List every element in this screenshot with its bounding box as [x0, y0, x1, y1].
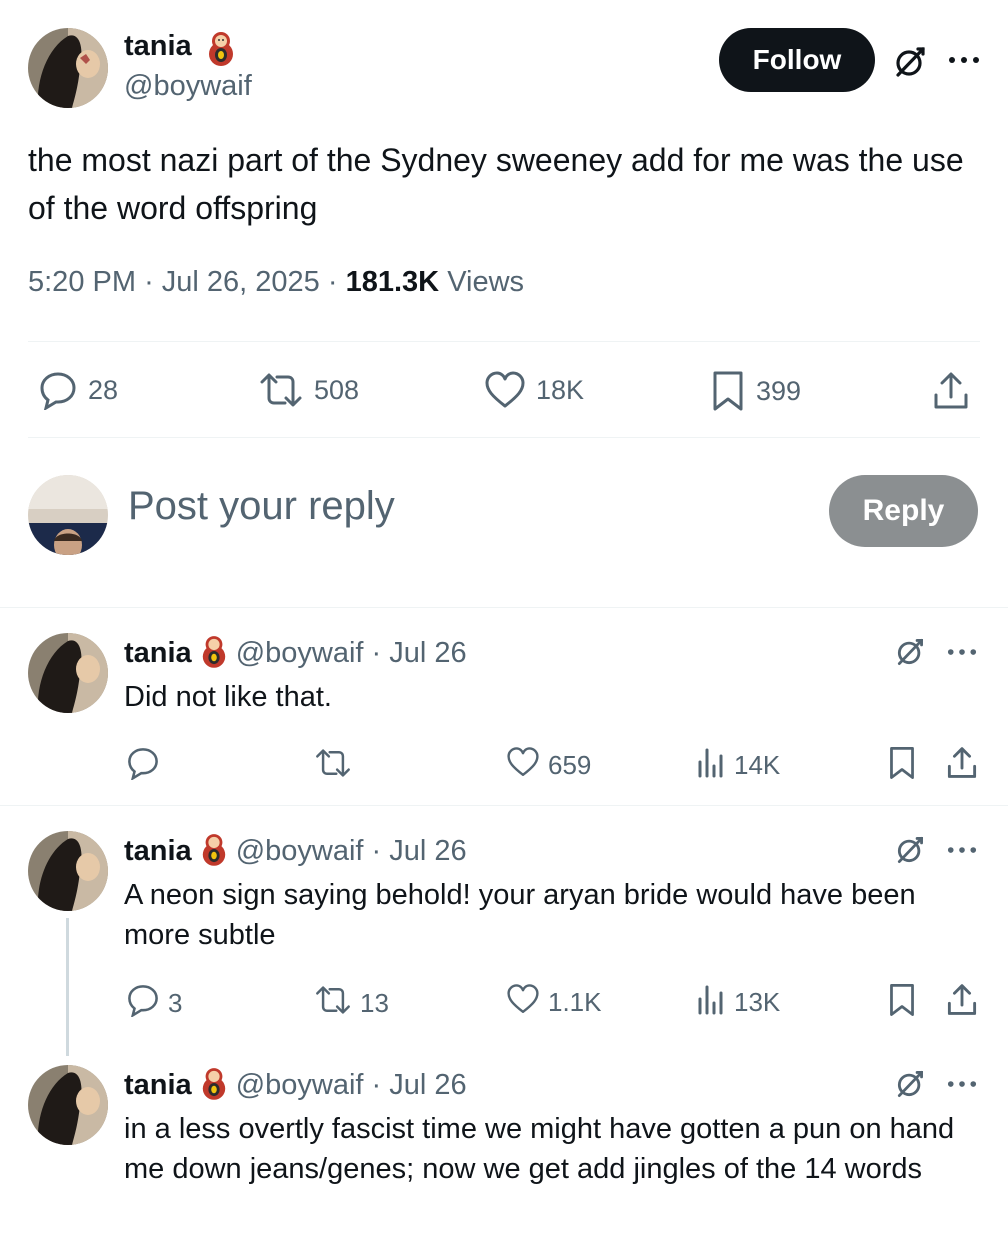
- grok-icon[interactable]: [890, 42, 930, 82]
- reply-action[interactable]: 28: [38, 370, 118, 410]
- thread-line: [66, 918, 69, 1056]
- separator: ·: [144, 266, 154, 298]
- reply-text: A neon sign saying behold! your aryan br…: [124, 879, 916, 951]
- reply-author-name[interactable]: tania: [124, 637, 192, 670]
- matryoshka-doll-emoji: [200, 1066, 228, 1105]
- analytics-icon: [696, 983, 726, 1022]
- like-count: 659: [548, 750, 592, 780]
- post-text: the most nazi part of the Sydney sweeney…: [28, 142, 964, 226]
- reply-handle-date[interactable]: @boywaif · Jul 26: [236, 637, 467, 670]
- reply-handle-date[interactable]: @boywaif · Jul 26: [236, 835, 467, 868]
- reply-handle-date[interactable]: @boywaif · Jul 26: [236, 1069, 467, 1102]
- my-avatar[interactable]: [28, 475, 108, 555]
- divider: [28, 341, 980, 342]
- author-handle[interactable]: @boywaif: [124, 70, 252, 103]
- bookmark-count: 399: [756, 375, 802, 406]
- repost-icon: [314, 983, 352, 1024]
- author-name[interactable]: tania: [124, 30, 192, 63]
- author-avatar[interactable]: [28, 28, 108, 108]
- analytics-icon: [696, 746, 726, 785]
- repost-action[interactable]: 13: [314, 983, 389, 1024]
- divider: [0, 805, 1008, 806]
- reply-author-name[interactable]: tania: [124, 835, 192, 868]
- repost-action[interactable]: [314, 746, 360, 787]
- share-icon[interactable]: [930, 370, 972, 412]
- separator: ·: [327, 266, 338, 298]
- heart-icon: [484, 370, 526, 410]
- bookmark-icon[interactable]: [884, 745, 920, 781]
- reply-input[interactable]: Post your reply: [128, 484, 395, 529]
- grok-icon[interactable]: [892, 1066, 928, 1102]
- reply-header: tania @boywaif · Jul 26: [124, 1066, 467, 1105]
- repost-action[interactable]: 508: [258, 370, 359, 410]
- more-icon[interactable]: [946, 646, 978, 658]
- views-action[interactable]: 13K: [696, 983, 780, 1022]
- matryoshka-doll-emoji: [200, 634, 228, 673]
- reply-action[interactable]: 3: [126, 983, 182, 1024]
- grok-icon[interactable]: [892, 832, 928, 868]
- reply-avatar[interactable]: [28, 831, 108, 911]
- views-count: 13K: [734, 987, 781, 1017]
- divider: [28, 437, 980, 438]
- reply-author-name[interactable]: tania: [124, 1069, 192, 1102]
- matryoshka-doll-emoji: [206, 30, 236, 71]
- views-action[interactable]: 14K: [696, 746, 780, 785]
- post-meta: 5:20 PM · Jul 26, 2025 · 181.3K Views: [28, 266, 524, 299]
- bookmark-action[interactable]: 399: [710, 370, 801, 412]
- views-count: 14K: [734, 750, 781, 780]
- repost-icon: [314, 746, 352, 787]
- reply-avatar[interactable]: [28, 1065, 108, 1145]
- reply-count: 28: [88, 374, 119, 405]
- post-date[interactable]: Jul 26, 2025: [162, 266, 320, 298]
- reply-bubble-icon: [126, 983, 160, 1024]
- follow-button[interactable]: Follow: [719, 28, 875, 92]
- more-icon[interactable]: [946, 1078, 978, 1090]
- grok-icon[interactable]: [892, 634, 928, 670]
- repost-count: 13: [360, 988, 389, 1018]
- repost-count: 508: [314, 374, 360, 405]
- like-count: 18K: [536, 374, 585, 405]
- share-icon[interactable]: [944, 982, 980, 1018]
- reply-action[interactable]: [126, 746, 168, 787]
- bookmark-icon[interactable]: [884, 982, 920, 1018]
- more-icon[interactable]: [946, 844, 978, 856]
- matryoshka-doll-emoji: [200, 832, 228, 871]
- like-action[interactable]: 18K: [484, 370, 584, 410]
- reply-button[interactable]: Reply: [829, 475, 978, 547]
- reply-bubble-icon: [38, 370, 78, 410]
- like-action[interactable]: 659: [506, 746, 591, 785]
- like-action[interactable]: 1.1K: [506, 983, 602, 1022]
- divider: [0, 607, 1008, 608]
- reply-header: tania @boywaif · Jul 26: [124, 634, 467, 673]
- repost-icon: [258, 370, 304, 410]
- reply-text: Did not like that.: [124, 681, 332, 713]
- post-time[interactable]: 5:20 PM: [28, 266, 136, 298]
- reply-avatar[interactable]: [28, 633, 108, 713]
- heart-icon: [506, 983, 540, 1022]
- views-count: 181.3K: [345, 266, 440, 298]
- share-icon[interactable]: [944, 745, 980, 781]
- reply-text: in a less overtly fascist time we might …: [124, 1113, 955, 1185]
- more-icon[interactable]: [944, 44, 984, 76]
- views-label: Views: [447, 266, 525, 298]
- reply-bubble-icon: [126, 746, 160, 787]
- reply-count: 3: [168, 988, 183, 1018]
- like-count: 1.1K: [548, 987, 602, 1017]
- heart-icon: [506, 746, 540, 785]
- bookmark-icon: [710, 370, 746, 412]
- reply-header: tania @boywaif · Jul 26: [124, 832, 467, 871]
